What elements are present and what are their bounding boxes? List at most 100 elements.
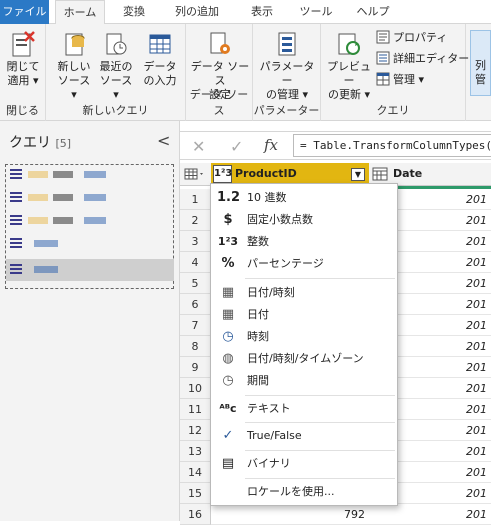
row-number: 15	[180, 483, 211, 504]
menu-item-datetime[interactable]: ▦ 日付/時刻	[211, 282, 397, 304]
menu-item-binary[interactable]: ▤ バイナリ	[211, 453, 397, 475]
menu-separator	[245, 395, 395, 396]
blurred-label	[28, 217, 48, 224]
row-number: 3	[180, 231, 211, 252]
menu-separator	[245, 422, 395, 423]
row-number: 5	[180, 273, 211, 294]
row-number: 4	[180, 252, 211, 273]
row-number: 14	[180, 462, 211, 483]
date-type-icon[interactable]	[372, 167, 388, 181]
table-icon	[149, 34, 171, 54]
menu-item-true-false[interactable]: ✓ True/False	[211, 425, 397, 447]
row-number: 10	[180, 378, 211, 399]
menu-item-using-locale[interactable]: ロケールを使用...	[211, 481, 397, 503]
blurred-label	[28, 171, 48, 178]
query-item[interactable]	[6, 164, 174, 186]
date-cell[interactable]: 201	[369, 504, 491, 525]
clock-icon: ◷	[222, 329, 234, 344]
refresh-preview-button[interactable]: プレビュー の更新 ▾	[323, 30, 375, 102]
row-number: 12	[180, 420, 211, 441]
productid-cell[interactable]: 792	[211, 504, 369, 525]
menu-item-duration[interactable]: ◷ 期間	[211, 370, 397, 392]
menu-separator	[245, 478, 395, 479]
globe-icon: ◍	[222, 351, 234, 366]
query-group-label: クエリ	[376, 104, 410, 117]
table-icon	[10, 264, 22, 274]
tab-tools[interactable]: ツール	[294, 0, 338, 24]
new-source-button[interactable]: 新しい ソース ▾	[54, 30, 94, 102]
binary-icon: ▤	[221, 456, 235, 471]
refresh-icon	[338, 33, 360, 55]
table-icon	[10, 238, 22, 248]
blurred-label	[84, 171, 106, 178]
column-filter-dropdown[interactable]: ▼	[351, 168, 365, 181]
new-query-group-label: 新しいクエリ	[82, 104, 149, 117]
parameters-group: パラメーター の管理 ▾ パラメーター	[253, 24, 321, 121]
menu-item-percentage[interactable]: % パーセンテージ	[211, 253, 397, 275]
row-number: 8	[180, 336, 211, 357]
recent-sources-button[interactable]: 最近の ソース ▾	[96, 30, 136, 102]
query-item[interactable]	[6, 210, 174, 232]
menu-item-text[interactable]: ᴬᴮc テキスト	[211, 398, 397, 420]
menu-item-datetimezone[interactable]: ◍ 日付/時刻/タイムゾーン	[211, 348, 397, 370]
row-number: 16	[180, 504, 211, 525]
new-query-group: 新しい ソース ▾ 最近の ソース ▾ データ の入力 新しいクエリ	[46, 24, 186, 121]
table-icon	[10, 192, 22, 202]
properties-button[interactable]: プロパティ	[376, 30, 447, 46]
data-source-group: データ ソース 設定 データ ソース	[186, 24, 253, 121]
calendar-icon: ▦	[221, 307, 235, 322]
close-group: 閉じて 適用 ▾ 閉じる	[0, 24, 46, 121]
blurred-label	[53, 194, 73, 201]
formula-input[interactable]: = Table.TransformColumnTypes(	[293, 134, 491, 157]
menu-item-fixed-decimal[interactable]: $ 固定小数点数	[211, 209, 397, 231]
tab-view[interactable]: 表示	[240, 0, 284, 24]
collapse-pane-button[interactable]: <	[157, 131, 170, 150]
query-item-selected[interactable]	[6, 259, 174, 281]
menu-item-date[interactable]: ▦ 日付	[211, 304, 397, 326]
tab-transform[interactable]: 変換	[110, 0, 158, 24]
tab-file[interactable]: ファイル	[0, 0, 49, 24]
tab-home[interactable]: ホーム	[55, 0, 105, 25]
parameters-group-label: パラメーター	[253, 104, 320, 117]
advanced-editor-button[interactable]: 詳細エディター	[376, 51, 469, 67]
enter-data-button[interactable]: データ の入力	[139, 30, 181, 88]
ribbon: 閉じて 適用 ▾ 閉じる 新しい ソース ▾ 最近の ソース ▾ データ の入力…	[0, 24, 491, 121]
blurred-label	[53, 171, 73, 178]
settings-gear-icon	[210, 32, 230, 54]
manage-button[interactable]: 管理 ▾	[376, 72, 424, 88]
menu-item-decimal[interactable]: 1.2 10 進数	[211, 187, 397, 209]
manage-icon	[376, 72, 390, 86]
tab-help[interactable]: ヘルプ	[348, 0, 398, 24]
menu-separator	[245, 450, 395, 451]
tab-add-column[interactable]: 列の追加	[162, 0, 232, 24]
queries-count: [5]	[55, 137, 72, 150]
menu-item-time[interactable]: ◷ 時刻	[211, 326, 397, 348]
duration-icon: ◷	[222, 373, 234, 388]
table-icon	[10, 215, 22, 225]
blurred-label	[28, 194, 48, 201]
query-item[interactable]	[6, 233, 174, 255]
ribbon-tabs: ファイル ホーム 変換 列の追加 表示 ツール ヘルプ	[0, 0, 491, 25]
new-source-icon	[65, 33, 85, 56]
cancel-formula-button[interactable]: ✕	[192, 137, 205, 156]
blurred-label	[84, 217, 106, 224]
whole-number-type-icon[interactable]: 1²3	[213, 165, 232, 183]
menu-item-whole-number[interactable]: 1²3 整数	[211, 231, 397, 253]
commit-formula-button[interactable]: ✓	[230, 137, 243, 156]
column-button-cut[interactable]: 列 管	[470, 30, 491, 96]
query-item[interactable]	[6, 187, 174, 209]
advanced-editor-icon	[376, 51, 390, 65]
data-source-group-label: データ ソース	[189, 88, 249, 117]
properties-icon	[376, 30, 390, 44]
row-number: 9	[180, 357, 211, 378]
blurred-label	[34, 266, 58, 273]
row-number: 13	[180, 441, 211, 462]
table-menu-button[interactable]	[180, 163, 211, 186]
queries-title: クエリ [5]	[9, 135, 72, 151]
queries-pane: クエリ [5] <	[0, 121, 180, 521]
datetime-icon: ▦	[221, 285, 235, 300]
formula-bar: ✕ ✓ fx = Table.TransformColumnTypes(	[180, 131, 491, 160]
query-group: プレビュー の更新 ▾ プロパティ 詳細エディター 管理 ▾ クエリ	[321, 24, 469, 121]
manage-parameters-button[interactable]: パラメーター の管理 ▾	[257, 30, 317, 102]
close-apply-button[interactable]: 閉じて 適用 ▾	[3, 30, 43, 88]
